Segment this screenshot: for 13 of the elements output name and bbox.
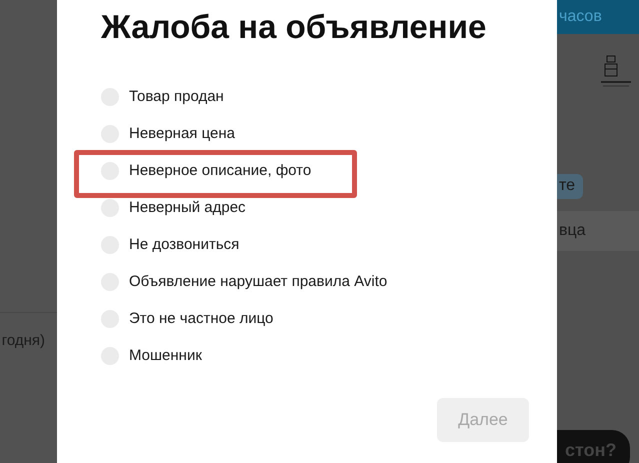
header-bar: часов [557,0,639,34]
option-label[interactable]: Это не частное лицо [129,310,274,327]
radio-button[interactable] [101,198,119,216]
listing-text: годня) [2,332,45,349]
option-label[interactable]: Неверная цена [129,125,235,142]
option-label[interactable]: Мошенник [129,347,202,364]
option-label[interactable]: Товар продан [129,88,224,105]
seller-band: вца [557,211,639,251]
option-label[interactable]: Неверное описание, фото [129,162,312,179]
option-label[interactable]: Неверный адрес [129,199,246,216]
option-label[interactable]: Объявление нарушает правила Avito [129,273,388,290]
option-label[interactable]: Не дозвониться [129,236,240,253]
dialog-title: Жалоба на объявление [101,8,488,46]
